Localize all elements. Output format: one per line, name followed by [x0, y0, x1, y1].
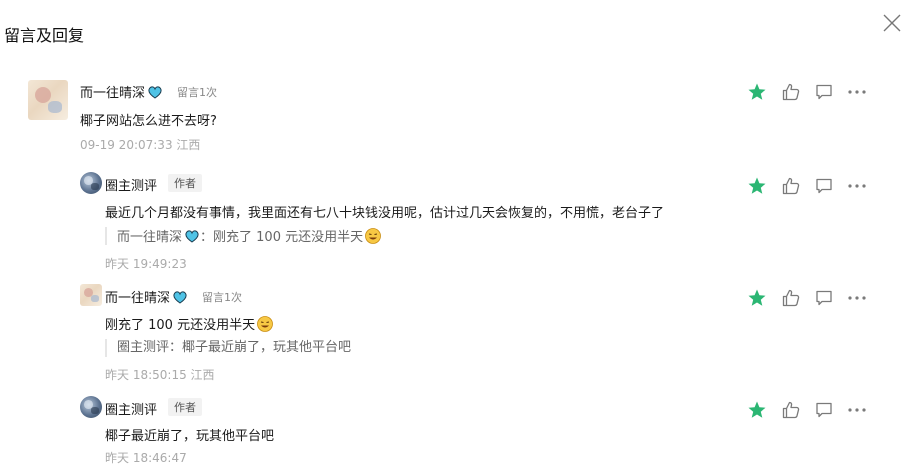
more-button[interactable] [846, 81, 868, 103]
comment-meta: 昨天 18:46:47 [105, 451, 187, 465]
comment-count-badge: 留言1次 [177, 86, 217, 99]
like-button[interactable] [780, 81, 802, 103]
blue-heart-emoji-icon [184, 228, 200, 250]
more-button[interactable] [846, 287, 868, 309]
reply-button[interactable] [813, 81, 835, 103]
author-badge: 作者 [168, 398, 202, 416]
quoted-comment: 圈主测评：椰子最近崩了，玩其他平台吧 [105, 339, 351, 357]
reply-button[interactable] [813, 175, 835, 197]
more-icon [848, 296, 866, 300]
blue-heart-emoji-icon [172, 289, 188, 309]
more-icon [848, 408, 866, 412]
avatar[interactable] [80, 284, 102, 306]
reply-bubble-icon [816, 84, 832, 100]
comment-author[interactable]: 而一往晴深 [80, 82, 163, 104]
star-icon [748, 177, 766, 194]
thumb-up-icon [782, 401, 800, 419]
comment-text: 椰子网站怎么进不去呀? [80, 114, 217, 129]
avatar[interactable] [80, 172, 102, 194]
comment-count-badge: 留言1次 [202, 291, 242, 304]
comment-actions [746, 175, 876, 197]
comment-item: 而一往晴深 留言1次 椰子网站怎么进不去呀? 09-19 20:07:33 江西 [0, 76, 921, 176]
comment-text: 椰子最近崩了，玩其他平台吧 [105, 429, 275, 444]
comment-author[interactable]: 圈主测评 [105, 399, 157, 418]
quoted-comment: 而一往晴深 ：刚充了 100 元还没用半天 [105, 227, 382, 245]
grin-sweat-emoji-icon [364, 227, 382, 251]
grin-sweat-emoji-icon [256, 315, 274, 337]
star-button[interactable] [746, 81, 768, 103]
reply-bubble-icon [816, 290, 832, 306]
like-button[interactable] [780, 175, 802, 197]
more-icon [848, 184, 866, 188]
avatar[interactable] [28, 80, 68, 120]
reply-item: 圈主测评 作者 椰子最近崩了，玩其他平台吧 昨天 18:46:47 [0, 394, 921, 472]
comment-meta: 昨天 18:50:15 江西 [105, 368, 215, 382]
author-badge: 作者 [168, 174, 202, 192]
reply-bubble-icon [816, 402, 832, 418]
comment-actions [746, 81, 876, 103]
comment-author[interactable]: 而一往晴深 [105, 287, 188, 309]
comment-author[interactable]: 圈主测评 [105, 175, 157, 194]
more-button[interactable] [846, 399, 868, 421]
avatar[interactable] [80, 396, 102, 418]
like-button[interactable] [780, 399, 802, 421]
close-icon [883, 14, 901, 32]
comment-meta: 09-19 20:07:33 江西 [80, 138, 201, 152]
more-button[interactable] [846, 175, 868, 197]
reply-bubble-icon [816, 178, 832, 194]
comment-meta: 昨天 19:49:23 [105, 257, 187, 271]
page-title: 留言及回复 [4, 26, 85, 45]
thumb-up-icon [782, 289, 800, 307]
star-button[interactable] [746, 175, 768, 197]
quote-author: 而一往晴深 [117, 230, 183, 245]
star-button[interactable] [746, 399, 768, 421]
close-button[interactable] [881, 12, 903, 34]
comment-text: 最近几个月都没有事情，我里面还有七八十块钱没用呢，估计过几天会恢复的，不用慌，老… [105, 206, 665, 221]
reply-item: 而一往晴深 留言1次 刚充了 100 元还没用半天 圈主测评：椰子最近崩了，玩其… [0, 282, 921, 382]
comment-text: 刚充了 100 元还没用半天 [105, 314, 274, 337]
quote-text: ：刚充了 100 元还没用半天 [200, 230, 364, 245]
comment-actions [746, 399, 876, 421]
thumb-up-icon [782, 177, 800, 195]
reply-item: 圈主测评 作者 最近几个月都没有事情，我里面还有七八十块钱没用呢，估计过几天会恢… [0, 170, 921, 271]
reply-button[interactable] [813, 287, 835, 309]
star-icon [748, 401, 766, 418]
star-button[interactable] [746, 287, 768, 309]
star-icon [748, 289, 766, 306]
like-button[interactable] [780, 287, 802, 309]
blue-heart-emoji-icon [147, 84, 163, 104]
reply-button[interactable] [813, 399, 835, 421]
star-icon [748, 83, 766, 100]
more-icon [848, 90, 866, 94]
thumb-up-icon [782, 83, 800, 101]
comment-actions [746, 287, 876, 309]
